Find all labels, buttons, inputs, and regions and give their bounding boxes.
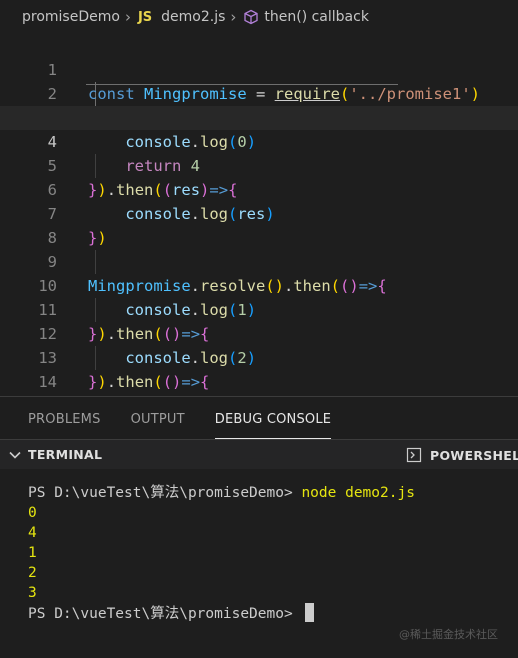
tab-output[interactable]: OUTPUT	[131, 397, 185, 439]
breadcrumb: promiseDemo › JS demo2.js › then() callb…	[0, 0, 518, 34]
terminal-header[interactable]: TERMINAL POWERSHELL	[0, 439, 518, 469]
code-line[interactable]: 10 console.log(1)	[0, 250, 518, 319]
tab-debug-console[interactable]: DEBUG CONSOLE	[214, 397, 332, 439]
code-line[interactable]: 11 }).then(()=>{	[0, 274, 518, 343]
code-line[interactable]: 13 }).then(()=>{	[0, 322, 518, 391]
code-line[interactable]: 3 console.log(0)	[0, 82, 518, 151]
shell-selector[interactable]: POWERSHELL	[406, 440, 518, 470]
terminal-output-line: 1	[28, 545, 37, 561]
terminal-cursor	[305, 603, 315, 622]
terminal-prompt: PS D:\vueTest\算法\promiseDemo>	[28, 485, 302, 501]
terminal-command: node demo2.js	[301, 485, 415, 501]
chevron-right-icon: ›	[230, 8, 237, 26]
tab-problems[interactable]: PROBLEMS	[28, 397, 101, 439]
code-line[interactable]: 9 Mingpromise.resolve().then(()=>{	[0, 226, 518, 295]
code-line[interactable]: 14 console.log(3)	[0, 346, 518, 415]
breadcrumb-symbol[interactable]: then() callback	[264, 9, 369, 25]
terminal-output[interactable]: PS D:\vueTest\算法\promiseDemo> node demo2…	[28, 483, 415, 623]
watermark: @稀土掘金技术社区	[399, 628, 498, 641]
bracket-pair-highlight	[86, 84, 398, 85]
chevron-right-icon: ›	[124, 8, 131, 26]
chevron-down-icon[interactable]	[8, 448, 22, 462]
code-line[interactable]: 5 }).then((res)=>{	[0, 130, 518, 199]
code-line-current[interactable]: 4 return 4	[0, 106, 518, 175]
code-editor[interactable]: 1 const Mingpromise = require('../promis…	[0, 34, 518, 439]
breadcrumb-folder[interactable]: promiseDemo	[22, 9, 120, 25]
terminal-line: PS D:\vueTest\算法\promiseDemo>	[28, 603, 415, 623]
method-cube-icon	[244, 9, 259, 25]
terminal-output-line: 4	[28, 525, 37, 541]
panel-tabs: PROBLEMS OUTPUT DEBUG CONSOLE	[0, 397, 518, 439]
terminal-line: PS D:\vueTest\算法\promiseDemo> node demo2…	[28, 483, 415, 503]
terminal-output-line: 0	[28, 505, 37, 521]
code-line[interactable]: 6 console.log(res)	[0, 154, 518, 223]
code-line[interactable]: 1 const Mingpromise = require('../promis…	[0, 34, 518, 103]
breadcrumb-file[interactable]: demo2.js	[161, 9, 225, 25]
terminal-icon	[406, 447, 422, 463]
javascript-file-icon: JS	[137, 9, 153, 25]
terminal-output-line: 2	[28, 565, 37, 581]
code-line[interactable]: 12 console.log(2)	[0, 298, 518, 367]
code-line[interactable]: 15 })	[0, 370, 518, 439]
terminal-output-line: 3	[28, 585, 37, 601]
terminal-title: TERMINAL	[28, 447, 103, 462]
bottom-panel: PROBLEMS OUTPUT DEBUG CONSOLE TERMINAL P…	[0, 396, 518, 658]
shell-label: POWERSHELL	[430, 447, 518, 463]
code-line[interactable]: 2 Mingpromise.resolve().then(()=>{	[0, 58, 518, 127]
code-line[interactable]: 7 })	[0, 178, 518, 247]
code-line[interactable]: 8	[0, 202, 518, 247]
terminal-prompt: PS D:\vueTest\算法\promiseDemo>	[28, 606, 302, 622]
